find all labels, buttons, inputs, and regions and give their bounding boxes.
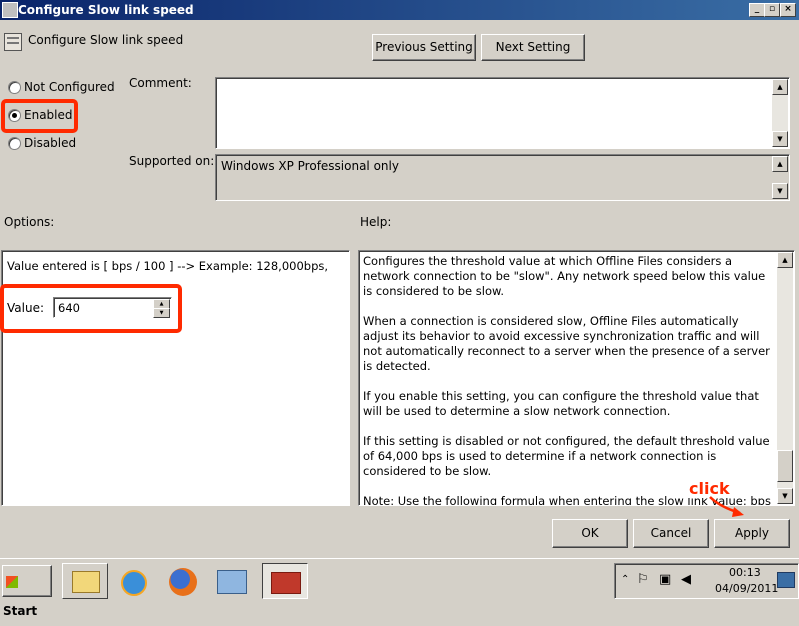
help-scrollbar[interactable]: ▲ ▼ <box>777 252 793 504</box>
help-paragraph: Configures the threshold value at which … <box>363 254 766 298</box>
cancel-button[interactable]: Cancel <box>633 519 709 548</box>
previous-setting-button[interactable]: Previous Setting <box>372 34 476 61</box>
annotation-arrow-icon <box>709 496 744 517</box>
taskbar: Start ⌃ ⚐ ▣ ◀ 00:13 04/09/2011 <box>0 558 799 618</box>
comment-field[interactable]: ▲ ▼ <box>215 77 790 149</box>
supported-on-label: Supported on: <box>129 154 215 168</box>
disabled-label[interactable]: Disabled <box>24 136 76 150</box>
window-icon <box>2 2 18 18</box>
close-button[interactable]: × <box>780 3 796 17</box>
media-player-icon[interactable] <box>110 563 156 599</box>
clock-date[interactable]: 04/09/2011 <box>715 582 778 595</box>
comment-label: Comment: <box>129 76 192 90</box>
setting-name: Configure Slow link speed <box>28 33 184 47</box>
apply-button[interactable]: Apply <box>714 519 790 548</box>
window-title: Configure Slow link speed <box>18 3 194 17</box>
help-text: Configures the threshold value at which … <box>363 254 772 505</box>
flag-icon[interactable]: ⚐ <box>637 572 649 587</box>
group-policy-task-icon[interactable] <box>262 563 308 599</box>
enabled-highlight <box>1 99 78 133</box>
ok-button[interactable]: OK <box>552 519 628 548</box>
tray-expand-icon[interactable]: ⌃ <box>621 574 629 585</box>
supported-scrollbar[interactable]: ▲ ▼ <box>772 156 788 199</box>
clock-time[interactable]: 00:13 <box>729 566 761 579</box>
not-configured-label[interactable]: Not Configured <box>24 80 115 94</box>
help-paragraph: If you enable this setting, you can conf… <box>363 389 759 418</box>
supported-on-field: Windows XP Professional only ▲ ▼ <box>215 154 790 201</box>
supported-on-value: Windows XP Professional only <box>221 159 399 173</box>
start-button[interactable]: Start <box>2 565 52 618</box>
comment-scrollbar[interactable]: ▲ ▼ <box>772 79 788 147</box>
help-paragraph: When a connection is considered slow, Of… <box>363 314 770 373</box>
system-tray: ⌃ ⚐ ▣ ◀ 00:13 04/09/2011 <box>614 563 799 599</box>
title-bar: Configure Slow link speed _ ▫ × <box>0 0 799 20</box>
windows-logo-icon <box>6 575 18 588</box>
policy-icon <box>4 33 22 51</box>
minimize-button[interactable]: _ <box>749 3 765 17</box>
value-highlight <box>0 284 182 333</box>
firefox-icon[interactable] <box>160 563 206 599</box>
volume-icon[interactable]: ◀ <box>681 572 691 587</box>
help-panel: Configures the threshold value at which … <box>358 250 795 506</box>
options-header: Options: <box>4 215 55 229</box>
network-icon[interactable]: ▣ <box>659 572 671 587</box>
not-configured-radio[interactable] <box>8 81 21 94</box>
help-header: Help: <box>360 215 392 229</box>
show-desktop-icon[interactable] <box>777 572 795 588</box>
server-manager-icon[interactable] <box>208 563 254 599</box>
maximize-button[interactable]: ▫ <box>764 3 780 17</box>
options-description: Value entered is [ bps / 100 ] --> Examp… <box>7 259 329 276</box>
next-setting-button[interactable]: Next Setting <box>481 34 585 61</box>
help-paragraph: If this setting is disabled or not confi… <box>363 434 770 478</box>
disabled-radio[interactable] <box>8 137 21 150</box>
explorer-icon[interactable] <box>62 563 108 599</box>
